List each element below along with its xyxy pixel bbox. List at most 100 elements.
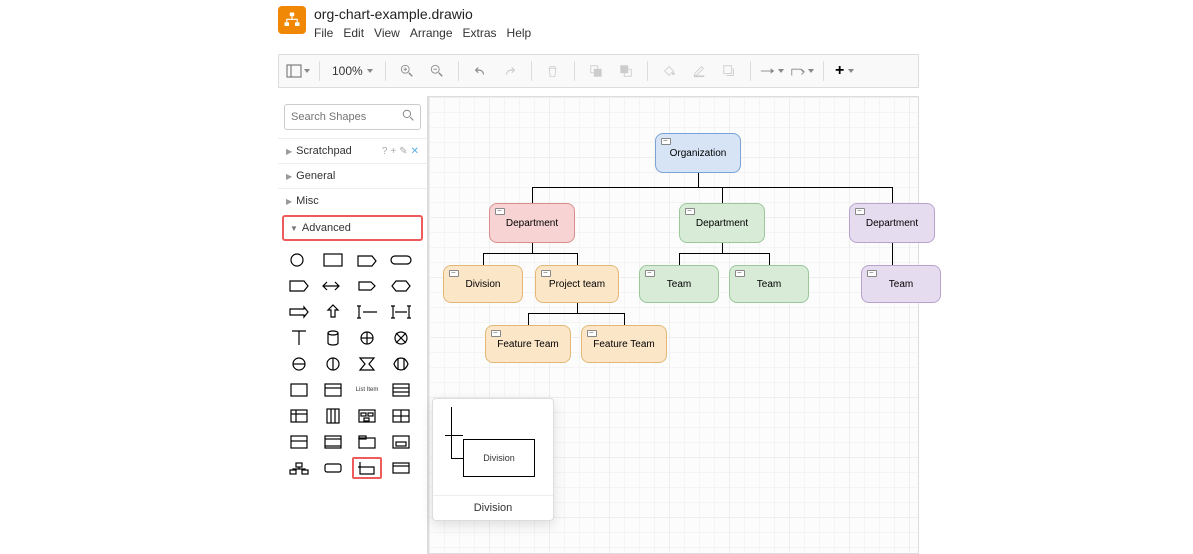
shape-cell[interactable]: [284, 301, 314, 323]
line-color-icon[interactable]: [686, 58, 712, 84]
shape-cell[interactable]: [284, 457, 314, 479]
separator: [385, 61, 386, 81]
shape-cell[interactable]: [318, 379, 348, 401]
close-icon[interactable]: ✕: [411, 146, 419, 157]
connector: [769, 253, 770, 265]
shape-division[interactable]: [352, 457, 382, 479]
shape-cell[interactable]: [318, 457, 348, 479]
shape-cell[interactable]: [318, 301, 348, 323]
shape-cell[interactable]: [386, 457, 416, 479]
shape-cell[interactable]: [318, 249, 348, 271]
collapse-icon[interactable]: [541, 270, 551, 277]
connector: [698, 173, 699, 187]
shape-cell[interactable]: [352, 353, 382, 375]
preview-caption: Division: [433, 495, 553, 520]
menu-arrange[interactable]: Arrange: [410, 26, 453, 40]
collapse-icon[interactable]: [587, 330, 597, 337]
menu-file[interactable]: File: [314, 26, 333, 40]
collapse-icon[interactable]: [685, 208, 695, 215]
menu-help[interactable]: Help: [507, 26, 532, 40]
node-label: Team: [667, 279, 691, 290]
shape-cell[interactable]: [386, 353, 416, 375]
shape-cell[interactable]: [352, 327, 382, 349]
node-organization[interactable]: Organization: [655, 133, 741, 173]
shape-cell[interactable]: [386, 405, 416, 427]
collapse-icon[interactable]: [661, 138, 671, 145]
node-division[interactable]: Division: [443, 265, 523, 303]
node-feature-team[interactable]: Feature Team: [485, 325, 571, 363]
file-title[interactable]: org-chart-example.drawio: [314, 6, 531, 22]
menu-view[interactable]: View: [374, 26, 400, 40]
undo-icon[interactable]: [467, 58, 493, 84]
shape-cell[interactable]: [352, 405, 382, 427]
to-back-icon[interactable]: [613, 58, 639, 84]
zoom-in-icon[interactable]: [394, 58, 420, 84]
connector: [722, 243, 723, 253]
shape-cell[interactable]: [352, 431, 382, 453]
section-label: General: [296, 170, 419, 182]
shape-cell[interactable]: [318, 431, 348, 453]
edit-icon[interactable]: ✎: [399, 146, 407, 157]
node-feature-team[interactable]: Feature Team: [581, 325, 667, 363]
collapse-icon[interactable]: [645, 270, 655, 277]
collapse-icon[interactable]: [735, 270, 745, 277]
zoom-out-icon[interactable]: [424, 58, 450, 84]
view-button[interactable]: [285, 58, 311, 84]
node-team[interactable]: Team: [861, 265, 941, 303]
node-department[interactable]: Department: [489, 203, 575, 243]
shape-cell[interactable]: [386, 275, 416, 297]
shape-cell[interactable]: [284, 431, 314, 453]
node-department[interactable]: Department: [849, 203, 935, 243]
shape-cell[interactable]: [352, 301, 382, 323]
redo-icon[interactable]: [497, 58, 523, 84]
shape-cell[interactable]: [386, 249, 416, 271]
shape-cell[interactable]: List Item: [352, 379, 382, 401]
connector: [532, 187, 892, 188]
fill-icon[interactable]: [656, 58, 682, 84]
delete-icon[interactable]: [540, 58, 566, 84]
shape-cell[interactable]: [284, 405, 314, 427]
shape-cell[interactable]: [352, 275, 382, 297]
collapse-icon[interactable]: [867, 270, 877, 277]
shape-cell[interactable]: [284, 275, 314, 297]
section-scratchpad[interactable]: ▶ Scratchpad ? + ✎ ✕: [278, 138, 427, 163]
zoom-level[interactable]: 100%: [328, 64, 377, 78]
collapse-icon[interactable]: [491, 330, 501, 337]
shape-cell[interactable]: [386, 379, 416, 401]
section-general[interactable]: ▶ General: [278, 163, 427, 188]
connector: [624, 313, 625, 325]
connection-icon[interactable]: [759, 58, 785, 84]
collapse-icon[interactable]: [449, 270, 459, 277]
shape-cell[interactable]: [386, 301, 416, 323]
to-front-icon[interactable]: [583, 58, 609, 84]
menu-extras[interactable]: Extras: [463, 26, 497, 40]
shape-cell[interactable]: [318, 327, 348, 349]
shape-cell[interactable]: [284, 249, 314, 271]
help-icon[interactable]: ?: [382, 146, 388, 157]
section-advanced[interactable]: ▼ Advanced: [282, 215, 423, 241]
add-icon[interactable]: +: [390, 146, 396, 157]
node-department[interactable]: Department: [679, 203, 765, 243]
shape-cell[interactable]: [352, 249, 382, 271]
insert-button[interactable]: +: [832, 58, 858, 84]
shape-cell[interactable]: [284, 327, 314, 349]
node-team[interactable]: Team: [639, 265, 719, 303]
node-team[interactable]: Team: [729, 265, 809, 303]
section-misc[interactable]: ▶ Misc: [278, 188, 427, 213]
chevron-right-icon: ▶: [286, 172, 292, 181]
waypoints-icon[interactable]: [789, 58, 815, 84]
shape-cell[interactable]: [284, 379, 314, 401]
node-project-team[interactable]: Project team: [535, 265, 619, 303]
collapse-icon[interactable]: [855, 208, 865, 215]
menu-edit[interactable]: Edit: [343, 26, 364, 40]
shape-cell[interactable]: [318, 353, 348, 375]
shadow-icon[interactable]: [716, 58, 742, 84]
shape-cell[interactable]: [284, 353, 314, 375]
shape-cell[interactable]: [318, 275, 348, 297]
shape-cell[interactable]: [386, 431, 416, 453]
shape-cell[interactable]: [318, 405, 348, 427]
collapse-icon[interactable]: [495, 208, 505, 215]
preview-node-label: Division: [483, 453, 515, 463]
search-input[interactable]: [284, 104, 421, 130]
shape-cell[interactable]: [386, 327, 416, 349]
